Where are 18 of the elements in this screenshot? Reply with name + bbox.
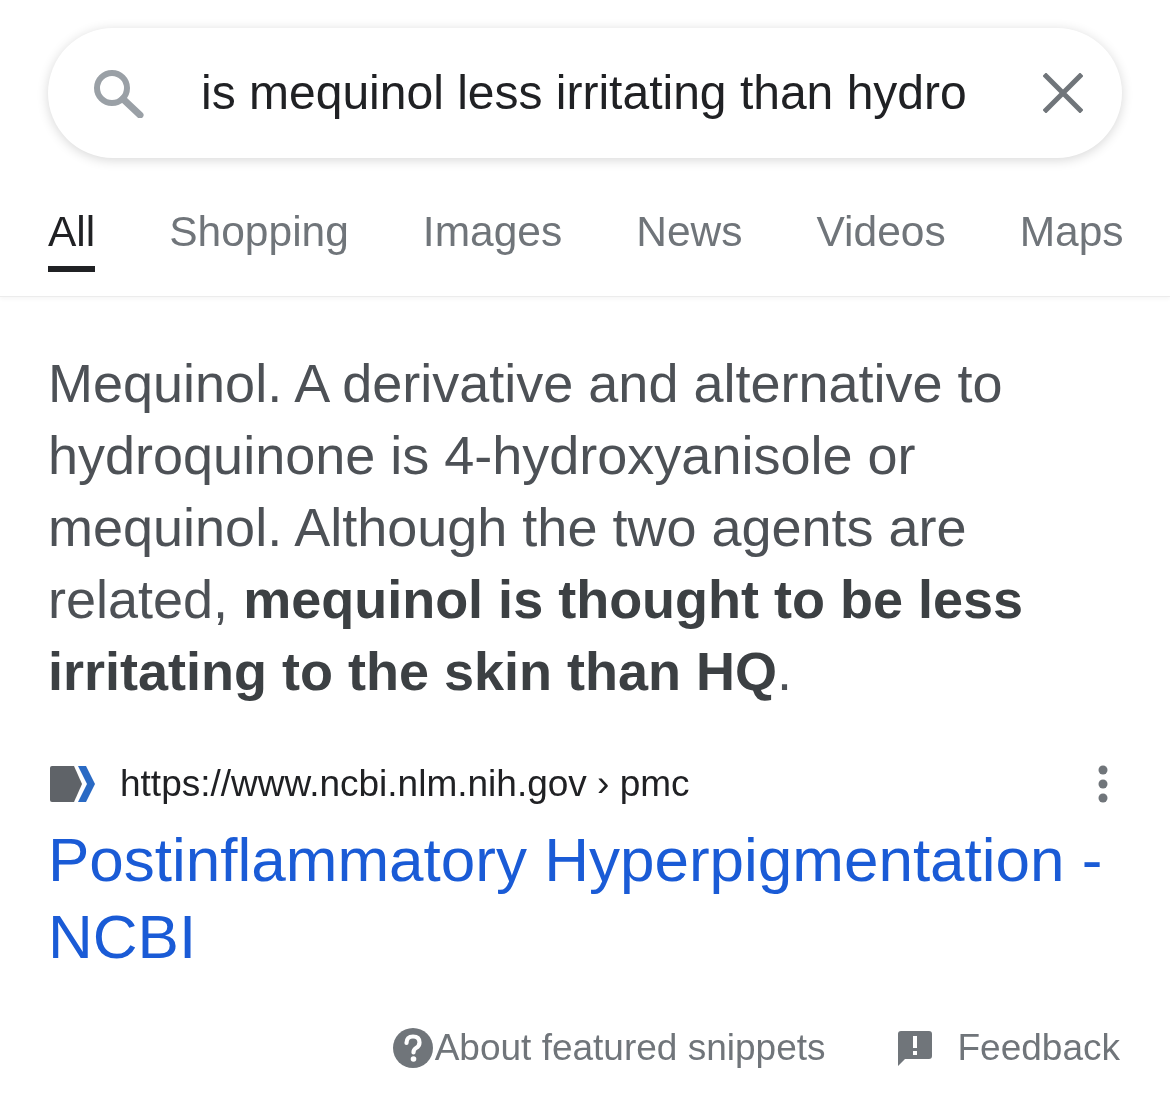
search-tab[interactable]: Shopping bbox=[169, 186, 349, 272]
search-tab[interactable]: Images bbox=[422, 186, 563, 272]
search-tab[interactable]: Videos bbox=[816, 186, 946, 272]
feedback-link[interactable]: Feedback bbox=[895, 1027, 1120, 1069]
snippet-text: Mequinol. A derivative and alternative to hydroquinone is 4-hydroxyanisole or mequinol. Although the two agents are related, mequinol is thought to be less irritating to the skin than HQ. bbox=[48, 352, 1025, 703]
source-url: https://www.ncbi.nlm.nih.gov › pmc bbox=[120, 763, 691, 805]
feedback-icon bbox=[895, 1030, 932, 1066]
about-snippets-link[interactable]: About featured snippets bbox=[392, 1027, 826, 1069]
search-tab[interactable]: Maps bbox=[1019, 186, 1124, 272]
search-field[interactable]: is mequinol less irritating than hydro bbox=[201, 64, 1022, 122]
search-tab[interactable]: News bbox=[636, 186, 743, 272]
help-icon bbox=[392, 1028, 433, 1068]
search-tab[interactable]: All bbox=[48, 186, 96, 272]
search-icon[interactable] bbox=[92, 68, 144, 118]
result-title-link[interactable]: Postinflammatory Hyperpigmentation - NCBI bbox=[48, 821, 1122, 975]
more-options-button[interactable] bbox=[1098, 765, 1110, 803]
clear-button[interactable] bbox=[1042, 72, 1084, 114]
site-favicon-icon bbox=[48, 765, 96, 803]
